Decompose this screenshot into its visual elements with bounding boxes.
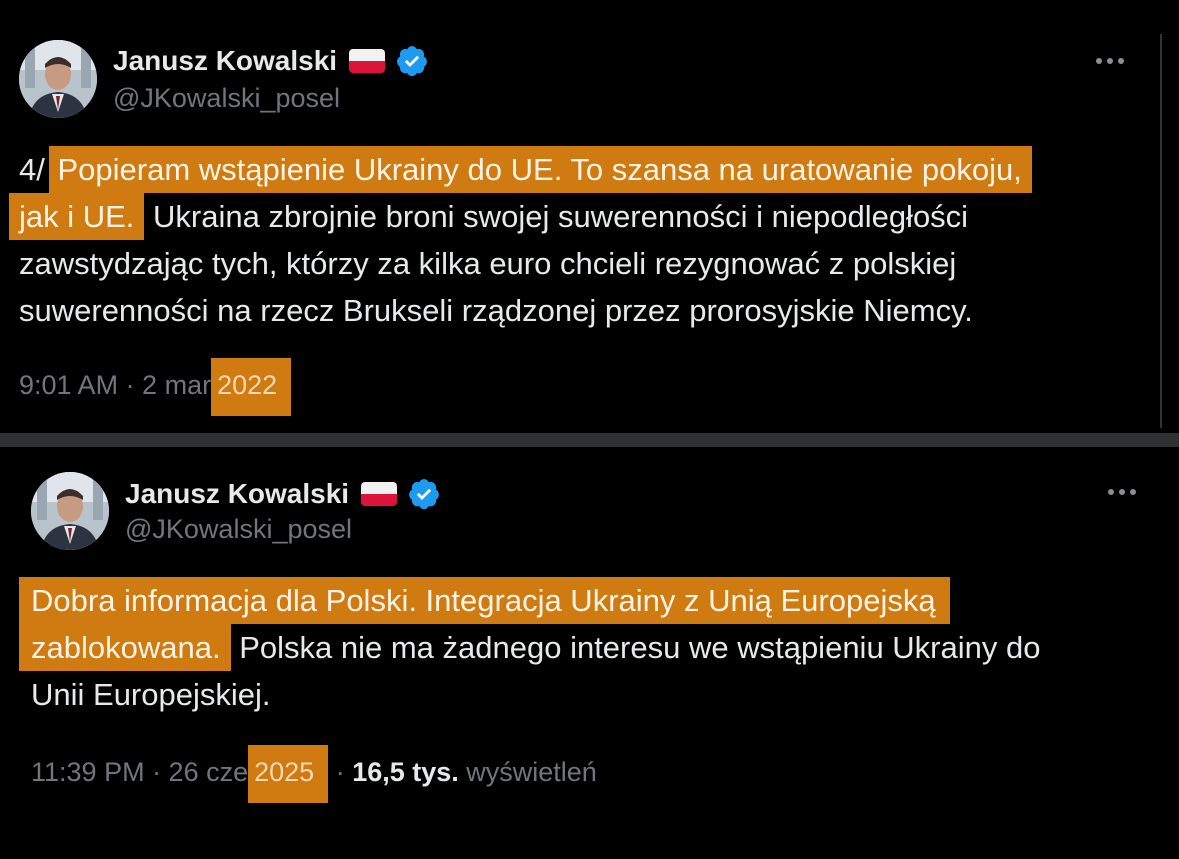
more-options-icon[interactable] xyxy=(1096,58,1124,64)
views-count: 16,5 tys. xyxy=(352,757,459,787)
text-segment: Polska nie ma żadnego interesu we wstąpi… xyxy=(230,630,1041,665)
tweet-timestamp[interactable]: 9:01 AM · 2 mar 2022 xyxy=(19,358,292,416)
author-name[interactable]: Janusz Kowalski xyxy=(125,477,441,511)
highlighted-text: Dobra informacja dla Polski. Integracja … xyxy=(19,577,950,624)
verified-badge-icon[interactable] xyxy=(395,44,429,78)
tweet-line: suwerenności na rzecz Brukseli rządzonej… xyxy=(19,293,973,328)
highlighted-text: zablokowana. xyxy=(19,624,231,671)
tweet-text: Dobra informacja dla Polski. Integracja … xyxy=(19,577,1151,718)
scroll-edge-divider xyxy=(1160,34,1162,428)
highlighted-year: 2022 xyxy=(211,358,292,416)
tweet-line: Dobra informacja dla Polski. Integracja … xyxy=(19,577,1151,624)
author-handle[interactable]: @JKowalski_posel xyxy=(125,514,352,545)
tweet-line: 4/ Popieram wstąpienie Ukrainy do UE. To… xyxy=(19,146,1139,193)
avatar[interactable] xyxy=(19,40,97,118)
verified-badge-icon[interactable] xyxy=(407,477,441,511)
tweet-line: Unii Europejskiej. xyxy=(31,677,271,712)
timestamp-text[interactable]: 9:01 AM · 2 mar xyxy=(19,370,211,400)
author-name[interactable]: Janusz Kowalski xyxy=(113,44,429,78)
avatar[interactable] xyxy=(31,472,109,550)
poland-flag-icon xyxy=(349,49,386,73)
more-options-icon[interactable] xyxy=(1108,489,1136,495)
poland-flag-icon xyxy=(361,482,398,506)
tweet-separator xyxy=(0,433,1179,447)
tweet-line: jak i UE. Ukraina zbrojnie broni swojej … xyxy=(9,193,1139,240)
views-label: wyświetleń xyxy=(458,757,597,787)
tweet-text: 4/ Popieram wstąpienie Ukrainy do UE. To… xyxy=(9,146,1139,334)
tweet-timestamp[interactable]: 11:39 PM · 26 cze 2025 · 16,5 tys. wyświe… xyxy=(31,745,597,803)
meta-separator: · xyxy=(328,757,353,787)
highlighted-year: 2025 xyxy=(248,745,329,803)
timestamp-text[interactable]: 11:39 PM · 26 cze xyxy=(31,757,248,787)
tweet-line: zawstydzając tych, którzy za kilka euro … xyxy=(19,246,957,281)
author-name-text[interactable]: Janusz Kowalski xyxy=(113,45,337,77)
tweet-line: zablokowana. Polska nie ma żadnego inter… xyxy=(19,624,1151,671)
author-name-text[interactable]: Janusz Kowalski xyxy=(125,478,349,510)
tweet-card-2[interactable]: Janusz Kowalski @JKowalski_posel Dobra i… xyxy=(0,447,1179,859)
highlighted-text: jak i UE. xyxy=(9,193,145,240)
highlighted-text: Popieram wstąpienie Ukrainy do UE. To sz… xyxy=(49,146,1032,193)
text-segment: Ukraina zbrojnie broni swojej suwerennoś… xyxy=(144,199,969,234)
author-handle[interactable]: @JKowalski_posel xyxy=(113,83,340,114)
tweet-card-1[interactable]: Janusz Kowalski @JKowalski_posel 4/ Popi… xyxy=(0,0,1179,433)
